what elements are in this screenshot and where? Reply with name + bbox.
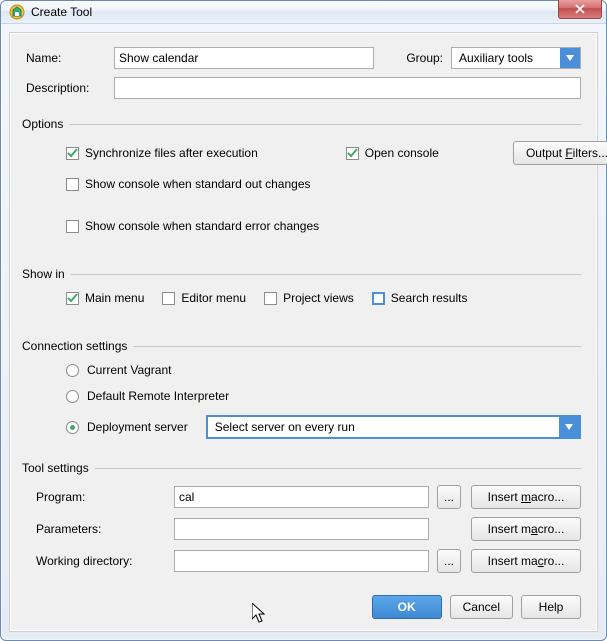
current-vagrant-radio[interactable]: Current Vagrant (66, 363, 581, 377)
app-icon (9, 4, 25, 20)
window-close-button[interactable] (558, 0, 602, 19)
open-console-checkbox[interactable]: Open console (346, 146, 439, 160)
tool-settings-group: Tool settings Program: ... Insert macro.… (26, 461, 581, 579)
checkbox-icon (346, 147, 359, 160)
parameters-input[interactable] (174, 518, 429, 540)
program-label: Program: (36, 490, 166, 504)
options-legend: Options (22, 117, 69, 131)
checkbox-icon (66, 147, 79, 160)
window-title: Create Tool (31, 5, 558, 19)
checkbox-icon (162, 292, 175, 305)
workdir-input[interactable] (174, 550, 429, 572)
checkbox-icon (372, 292, 385, 305)
show-stdout-checkbox[interactable]: Show console when standard out changes (66, 177, 311, 191)
sync-checkbox[interactable]: Synchronize files after execution (66, 146, 258, 160)
main-menu-checkbox[interactable]: Main menu (66, 291, 144, 305)
program-macro-button[interactable]: Insert macro... (471, 485, 581, 509)
radio-icon (66, 390, 79, 403)
output-filters-button[interactable]: Output Filters... (513, 141, 607, 165)
checkbox-icon (264, 292, 277, 305)
workdir-browse-button[interactable]: ... (437, 549, 461, 573)
connection-legend: Connection settings (22, 339, 133, 353)
description-label: Description: (26, 81, 106, 95)
chevron-down-icon (559, 417, 579, 437)
options-group: Options Synchronize files after executio… (26, 117, 581, 251)
workdir-macro-button[interactable]: Insert macro... (471, 549, 581, 573)
deployment-combo-value: Select server on every run (212, 420, 355, 434)
name-input[interactable] (114, 47, 374, 69)
workdir-label: Working directory: (36, 554, 166, 568)
description-input[interactable] (114, 77, 581, 99)
create-tool-dialog: Create Tool Name: Group: Auxiliary tools… (0, 0, 607, 641)
cancel-button[interactable]: Cancel (450, 595, 513, 619)
checkbox-icon (66, 292, 79, 305)
dialog-body: Name: Group: Auxiliary tools Description… (9, 32, 598, 632)
chevron-down-icon (560, 48, 580, 68)
titlebar[interactable]: Create Tool (1, 1, 606, 24)
connection-settings-group: Connection settings Current Vagrant Defa… (26, 339, 581, 445)
deployment-server-radio[interactable]: Deployment server Select server on every… (66, 415, 581, 439)
project-views-checkbox[interactable]: Project views (264, 291, 354, 305)
group-label: Group: (406, 51, 443, 65)
cursor-icon (252, 603, 270, 625)
radio-icon (66, 364, 79, 377)
program-browse-button[interactable]: ... (437, 485, 461, 509)
show-in-group: Show in Main menu Editor menu Project vi… (26, 267, 581, 323)
parameters-macro-button[interactable]: Insert macro... (471, 517, 581, 541)
ok-button[interactable]: OK (372, 595, 442, 619)
deployment-server-combo[interactable]: Select server on every run (206, 415, 581, 439)
search-results-checkbox[interactable]: Search results (372, 291, 468, 305)
group-combo[interactable]: Auxiliary tools (451, 47, 581, 69)
radio-icon (66, 421, 79, 434)
checkbox-icon (66, 220, 79, 233)
checkbox-icon (66, 178, 79, 191)
parameters-label: Parameters: (36, 522, 166, 536)
show-in-legend: Show in (22, 267, 71, 281)
show-stderr-checkbox[interactable]: Show console when standard error changes (66, 219, 319, 233)
help-button[interactable]: Help (521, 595, 581, 619)
tool-legend: Tool settings (22, 461, 95, 475)
name-label: Name: (26, 51, 106, 65)
editor-menu-checkbox[interactable]: Editor menu (162, 291, 246, 305)
dialog-footer: OK Cancel Help (26, 585, 581, 619)
program-input[interactable] (174, 486, 429, 508)
group-combo-value: Auxiliary tools (456, 51, 533, 65)
default-remote-radio[interactable]: Default Remote Interpreter (66, 389, 581, 403)
